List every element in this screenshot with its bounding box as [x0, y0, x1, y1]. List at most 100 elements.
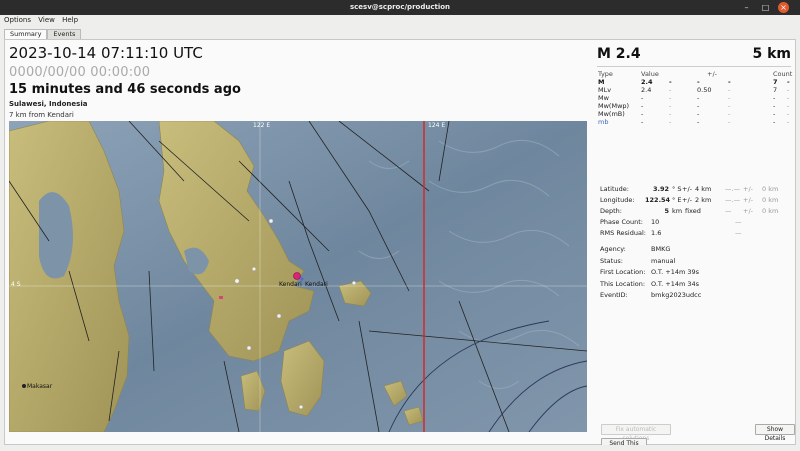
latitude-row: Latitude: 3.92 ° S +/- 4 km —.— +/- 0 km	[597, 184, 793, 195]
this-location-value: O.T. +14m 34s	[651, 279, 700, 288]
fix-automatic-solutions-button[interactable]: Fix automatic solutions	[601, 424, 671, 442]
tab-bar: Summary Events	[4, 29, 82, 39]
longitude-uncertainty: 2 km	[695, 196, 712, 204]
magnitude-row[interactable]: Mw - - - - - -	[597, 94, 793, 102]
magnitude-row[interactable]: MLv 2.4 - 0.50 - 7 -	[597, 86, 793, 94]
magnitude-unc: -	[697, 94, 700, 102]
magnitude-table-header: Type Value +/- Count	[597, 70, 793, 78]
menu-options[interactable]: Options	[4, 15, 31, 25]
phase-count-alt: —	[735, 218, 742, 226]
tab-events[interactable]: Events	[47, 29, 82, 39]
magnitude-count: 7	[773, 78, 778, 86]
location-table: Latitude: 3.92 ° S +/- 4 km —.— +/- 0 km…	[597, 184, 793, 239]
rms-residual-alt: —	[735, 229, 742, 237]
magnitude-type: MLv	[598, 86, 612, 94]
magnitude-sep: -	[669, 110, 672, 118]
first-location-row: First Location: O.T. +14m 39s	[597, 267, 793, 279]
elapsed-time: 15 minutes and 46 seconds ago	[9, 82, 241, 97]
phase-count-label: Phase Count:	[600, 218, 643, 226]
magnitude-sep2: -	[728, 94, 731, 102]
status-label: Status:	[600, 256, 623, 265]
makasar-dot	[22, 384, 26, 388]
magnitude-value: -	[641, 102, 644, 110]
magnitude-value: -	[641, 118, 644, 126]
magnitude-sep3: -	[787, 86, 790, 94]
magnitude-sep3: -	[787, 110, 790, 118]
depth-fixed: fixed	[685, 207, 701, 215]
origin-time: 2023-10-14 07:11:10 UTC	[9, 44, 203, 62]
window-title: scesv@scproc/production	[349, 3, 451, 11]
magnitude-unc: 0.50	[697, 86, 712, 94]
first-location-label: First Location:	[600, 268, 646, 276]
close-icon[interactable]: ×	[778, 2, 789, 13]
latitude-unit: ° S	[672, 185, 682, 193]
phase-count-value: 10	[651, 218, 660, 226]
event-map[interactable]: 122 E 124 E 4 S Kendari Kendari Makasar	[9, 121, 587, 432]
longitude-value: 122.54	[645, 196, 671, 204]
rms-residual-row: RMS Residual: 1.6 —	[597, 228, 793, 239]
magnitude-value: 2.4	[641, 78, 653, 86]
city-label-kendari: Kendari	[279, 281, 302, 288]
app-window: Options View Help Summary Events 2023-10-…	[0, 15, 800, 451]
latitude-alt-value: —.—	[725, 185, 741, 193]
this-location-label: This Location:	[600, 279, 646, 288]
magnitude-value: -	[641, 110, 644, 118]
details-panel: M 2.4 5 km Type Value +/- Count M 2.4- - -7…	[595, 40, 795, 451]
magnitude-row[interactable]: mb - - - - - -	[597, 118, 793, 126]
show-details-button[interactable]: Show Details	[755, 424, 795, 442]
magnitude-count: -	[773, 110, 776, 118]
latitude-label: Latitude:	[600, 185, 629, 193]
longitude-row: Longitude: 122.54 ° E +/- 2 km —.— +/- 0…	[597, 195, 793, 206]
magnitude-row[interactable]: M 2.4 - - - 7 -	[597, 78, 793, 86]
magnitude-sep2: -	[728, 78, 731, 86]
magnitude-title: M 2.4	[597, 46, 641, 62]
magnitude-sep: -	[669, 102, 672, 110]
col-type: Type	[598, 70, 613, 78]
magnitude-type: M	[598, 78, 605, 86]
agency-value: BMKG	[651, 245, 671, 253]
rms-residual-label: RMS Residual:	[600, 229, 646, 237]
depth-row: Depth: 5 km fixed — +/- 0 km	[597, 206, 793, 217]
magnitude-sep2: -	[728, 118, 731, 126]
magnitude-sep2: -	[728, 86, 731, 94]
latitude-alt-pm: +/-	[743, 185, 753, 193]
menu-view[interactable]: View	[38, 15, 55, 25]
longitude-alt-value: —.—	[725, 196, 741, 204]
magnitude-row[interactable]: Mw(Mwp) - - - - - -	[597, 102, 793, 110]
epicenter-marker	[293, 272, 301, 280]
lat-label-4s: 4 S	[11, 281, 21, 288]
magnitude-type: mb	[598, 118, 609, 126]
magnitude-table: Type Value +/- Count M 2.4- - -7- MLv 2.4-0.5…	[597, 70, 793, 126]
magnitude-value: 2.4	[641, 86, 652, 94]
depth-unit: km	[672, 207, 683, 215]
depth-alt-unc: 0 km	[762, 207, 779, 215]
menu-help[interactable]: Help	[62, 15, 78, 25]
event-id-label: EventID:	[600, 291, 628, 299]
status-bar	[0, 445, 800, 451]
city-label-kendari-2: Kendari	[305, 281, 328, 288]
magnitude-unc: -	[697, 118, 700, 126]
magnitude-sep: -	[669, 118, 672, 126]
depth-alt-pm: +/-	[743, 207, 753, 215]
summary-panel: 2023-10-14 07:11:10 UTC 0000/00/00 00:00…	[4, 39, 796, 451]
magnitude-sep2: -	[728, 110, 731, 118]
this-location-row: This Location: O.T. +14m 34s	[597, 279, 793, 291]
magnitude-type: Mw(Mwp)	[598, 102, 630, 110]
first-location-value: O.T. +14m 39s	[651, 268, 700, 276]
magnitude-sep: -	[669, 78, 672, 86]
event-id-row: EventID: bmkg2023udcc	[597, 290, 793, 302]
status-value: manual	[651, 256, 676, 265]
title-bar: scesv@scproc/production – □ ×	[0, 0, 800, 15]
magnitude-row[interactable]: Mw(mB) - - - - - -	[597, 110, 793, 118]
magnitude-count: 7	[773, 86, 778, 94]
magnitude-sep3: -	[787, 78, 790, 86]
magnitude-unc: -	[697, 102, 700, 110]
magnitude-unc: -	[697, 110, 700, 118]
minimize-icon[interactable]: –	[741, 2, 752, 13]
depth-value: 5	[664, 207, 669, 215]
tab-summary[interactable]: Summary	[4, 29, 48, 39]
agency-row: Agency: BMKG	[597, 244, 793, 256]
maximize-icon[interactable]: □	[760, 2, 771, 13]
latitude-alt-unc: 0 km	[762, 185, 779, 193]
phase-count-row: Phase Count: 10 —	[597, 217, 793, 228]
